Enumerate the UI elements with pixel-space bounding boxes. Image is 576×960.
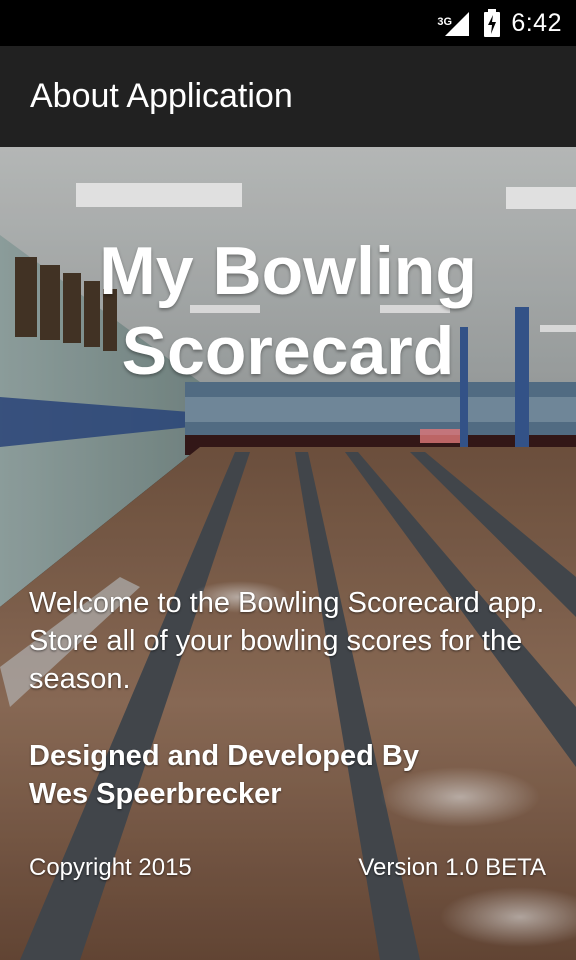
signal-icon: 3G (437, 8, 473, 38)
app-name-heading: My Bowling Scorecard (0, 231, 576, 391)
status-clock: 6:42 (511, 8, 562, 37)
about-content: My Bowling Scorecard Welcome to the Bowl… (0, 147, 576, 960)
developer-name: Wes Speerbrecker (29, 778, 282, 810)
developer-credit: Designed and Developed By Wes Speerbreck… (29, 737, 549, 813)
app-name-line1: My Bowling (99, 233, 477, 309)
welcome-text: Welcome to the Bowling Scorecard app. St… (29, 587, 545, 695)
battery-charging-icon (484, 9, 501, 37)
developer-credit-label: Designed and Developed By (29, 740, 419, 772)
status-icons: 3G 6:42 (437, 0, 562, 46)
app-bar-title: About Application (30, 77, 293, 115)
version-text: Version 1.0 BETA (358, 854, 546, 881)
app-bar: About Application (0, 46, 576, 147)
copyright-text: Copyright 2015 (29, 854, 192, 881)
app-name-line2: Scorecard (121, 313, 455, 389)
status-bar: 3G 6:42 (0, 0, 576, 46)
